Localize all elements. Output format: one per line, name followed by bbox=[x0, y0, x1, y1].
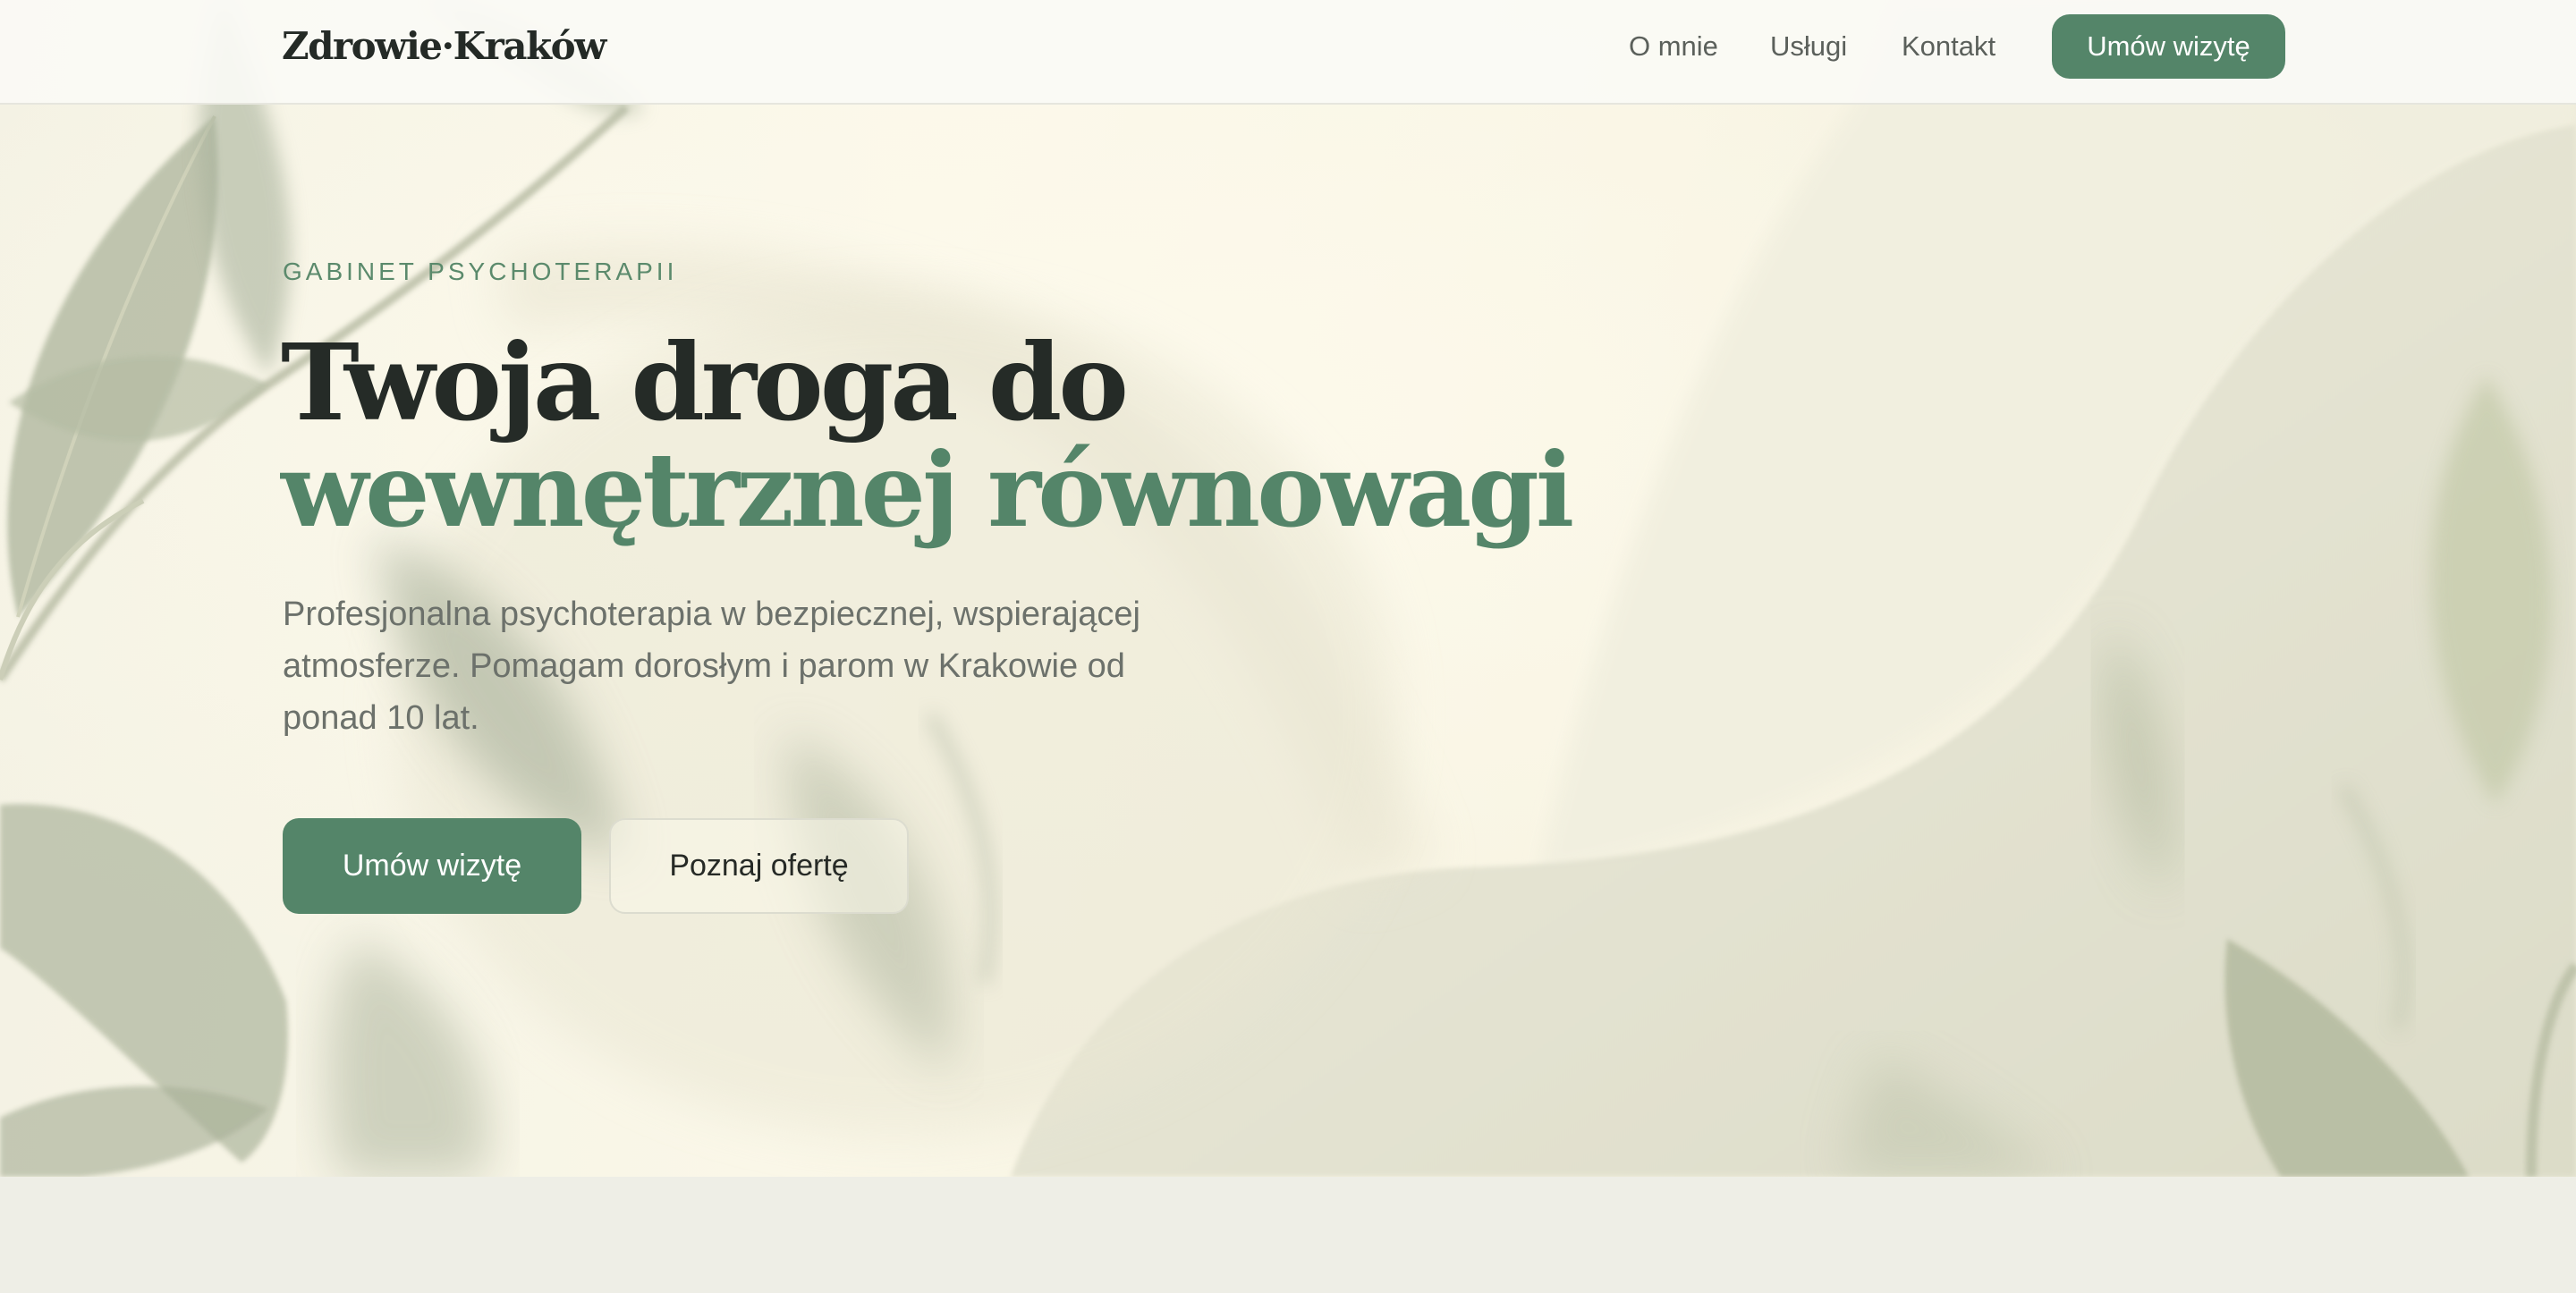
hero-eyebrow: GABINET PSYCHOTERAPII bbox=[283, 258, 678, 285]
nav-link-contact[interactable]: Kontakt bbox=[1902, 29, 1996, 64]
see-offer-button[interactable]: Poznaj ofertę bbox=[609, 818, 909, 914]
nav-link-services[interactable]: Usługi bbox=[1770, 29, 1847, 64]
hero-headline-line2: wewnętrznej równowagi bbox=[281, 430, 1574, 550]
site-logo[interactable]: Zdrowie·Kraków bbox=[282, 20, 606, 73]
header-book-visit-button[interactable]: Umów wizytę bbox=[2052, 14, 2285, 79]
next-section bbox=[0, 1177, 2576, 1293]
site-header: Zdrowie·Kraków O mnie Usługi Kontakt Umó… bbox=[0, 0, 2576, 105]
nav-link-about[interactable]: O mnie bbox=[1629, 29, 1718, 64]
hero-headline-line1: Twoja droga do bbox=[281, 320, 1129, 444]
hero-headline: Twoja droga do wewnętrznej równowagi bbox=[281, 320, 1574, 550]
book-visit-button[interactable]: Umów wizytę bbox=[283, 818, 581, 914]
hero-lead-text: Profesjonalna psychoterapia w bezpieczne… bbox=[283, 596, 1140, 737]
hero-section: GABINET PSYCHOTERAPII Twoja droga do wew… bbox=[0, 0, 2576, 1177]
landing-page: GABINET PSYCHOTERAPII Twoja droga do wew… bbox=[0, 0, 2576, 1293]
